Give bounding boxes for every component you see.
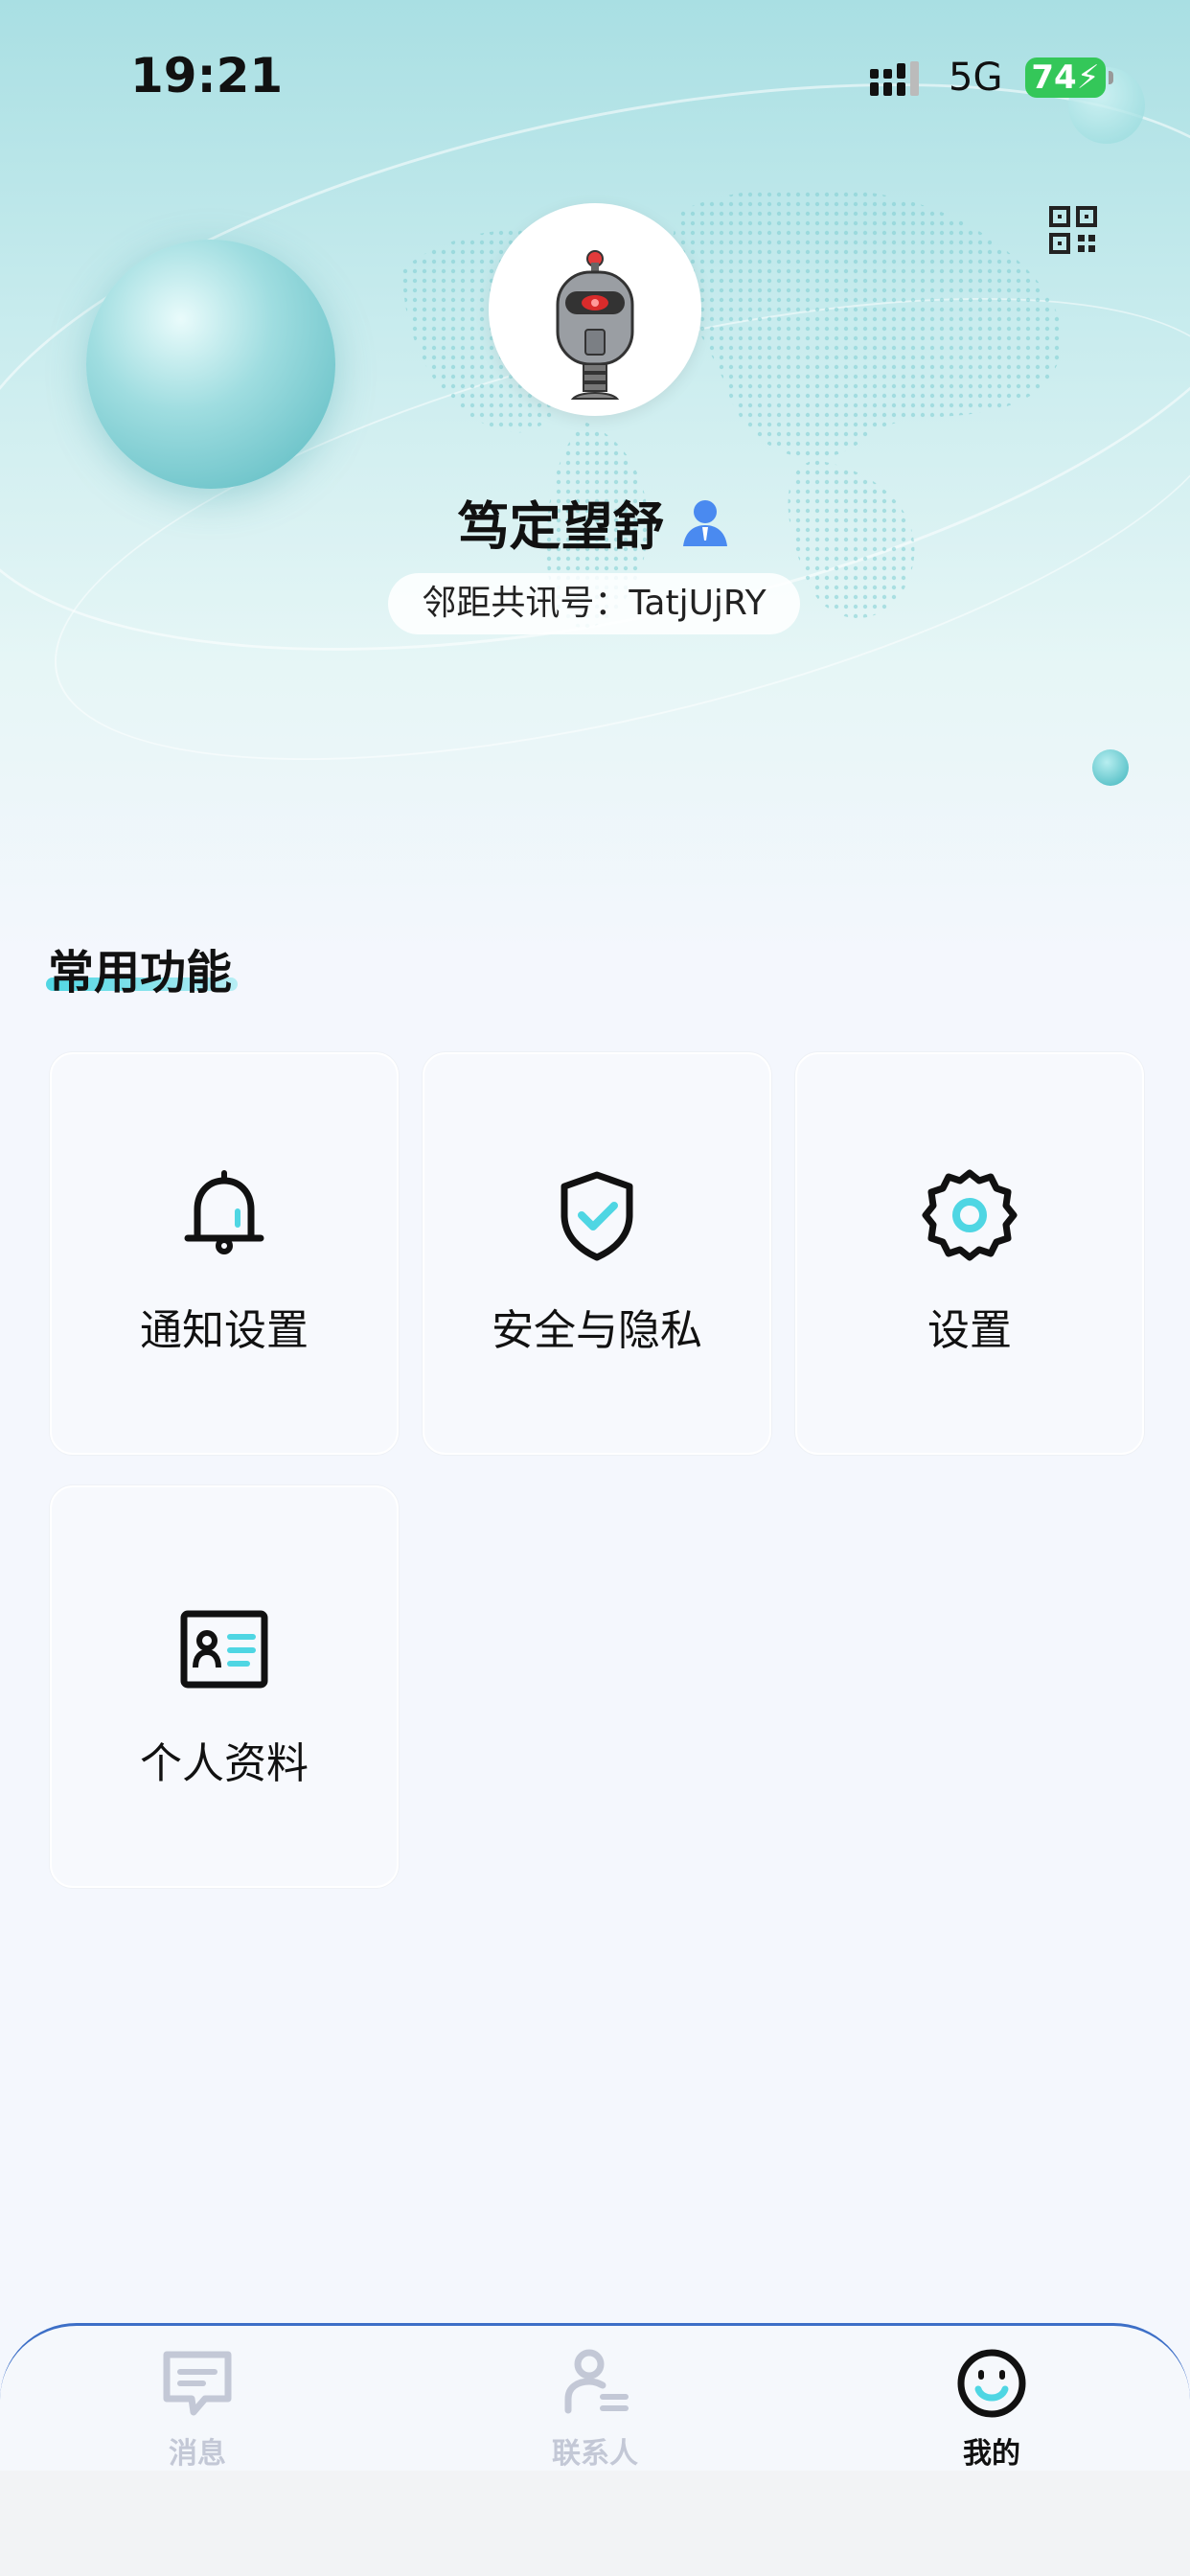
card-label: 个人资料 xyxy=(140,1739,309,1788)
tab-messages[interactable]: 消息 xyxy=(92,2345,303,2472)
qr-code-icon[interactable] xyxy=(1048,205,1098,255)
tab-mine[interactable]: 我的 xyxy=(886,2345,1097,2472)
shield-check-icon xyxy=(561,1171,633,1261)
account-id-pill[interactable]: 邻距共讯号：TatjUjRY xyxy=(388,573,800,634)
user-name: 笃定望舒 xyxy=(457,496,665,557)
message-icon xyxy=(163,2351,232,2416)
bell-icon xyxy=(184,1170,264,1254)
tab-bar: 消息 联系人 我的 xyxy=(0,2323,1190,2473)
card-personal-profile[interactable]: 个人资料 xyxy=(50,1485,399,1888)
home-indicator-area xyxy=(0,2471,1190,2576)
card-label: 通知设置 xyxy=(140,1306,309,1355)
network-type: 5G xyxy=(949,56,1003,100)
decor-sphere xyxy=(1092,749,1129,786)
tab-label: 我的 xyxy=(963,2437,1020,2471)
account-id-value: TatjUjRY xyxy=(629,584,767,623)
robot-avatar-image xyxy=(556,250,634,400)
gear-icon xyxy=(922,1169,1018,1261)
user-name-row: 笃定望舒 xyxy=(0,484,1190,557)
tab-label: 消息 xyxy=(169,2437,226,2471)
smile-icon xyxy=(957,2349,1026,2418)
decor-sphere xyxy=(86,240,335,489)
signal-icon xyxy=(870,61,919,96)
user-verified-icon xyxy=(682,499,727,546)
card-security-privacy[interactable]: 安全与隐私 xyxy=(423,1052,771,1455)
tab-label: 联系人 xyxy=(552,2437,638,2471)
card-label: 设置 xyxy=(927,1306,1012,1355)
contacts-icon xyxy=(564,2349,629,2414)
status-time: 19:21 xyxy=(130,48,284,104)
card-settings[interactable]: 设置 xyxy=(795,1052,1144,1455)
avatar[interactable] xyxy=(489,203,701,416)
id-card-icon xyxy=(180,1610,268,1689)
charging-icon: ⚡ xyxy=(1076,58,1100,97)
account-id-label: 邻距共讯号： xyxy=(422,584,629,623)
battery-indicator: 74⚡ xyxy=(1025,58,1113,98)
card-label: 安全与隐私 xyxy=(492,1306,702,1355)
status-bar: 19:21 5G 74⚡ xyxy=(0,0,1190,153)
section-title: 常用功能 xyxy=(48,946,233,1000)
card-notification-settings[interactable]: 通知设置 xyxy=(50,1052,399,1455)
battery-level: 74 xyxy=(1031,58,1077,97)
tab-contacts[interactable]: 联系人 xyxy=(490,2345,700,2472)
